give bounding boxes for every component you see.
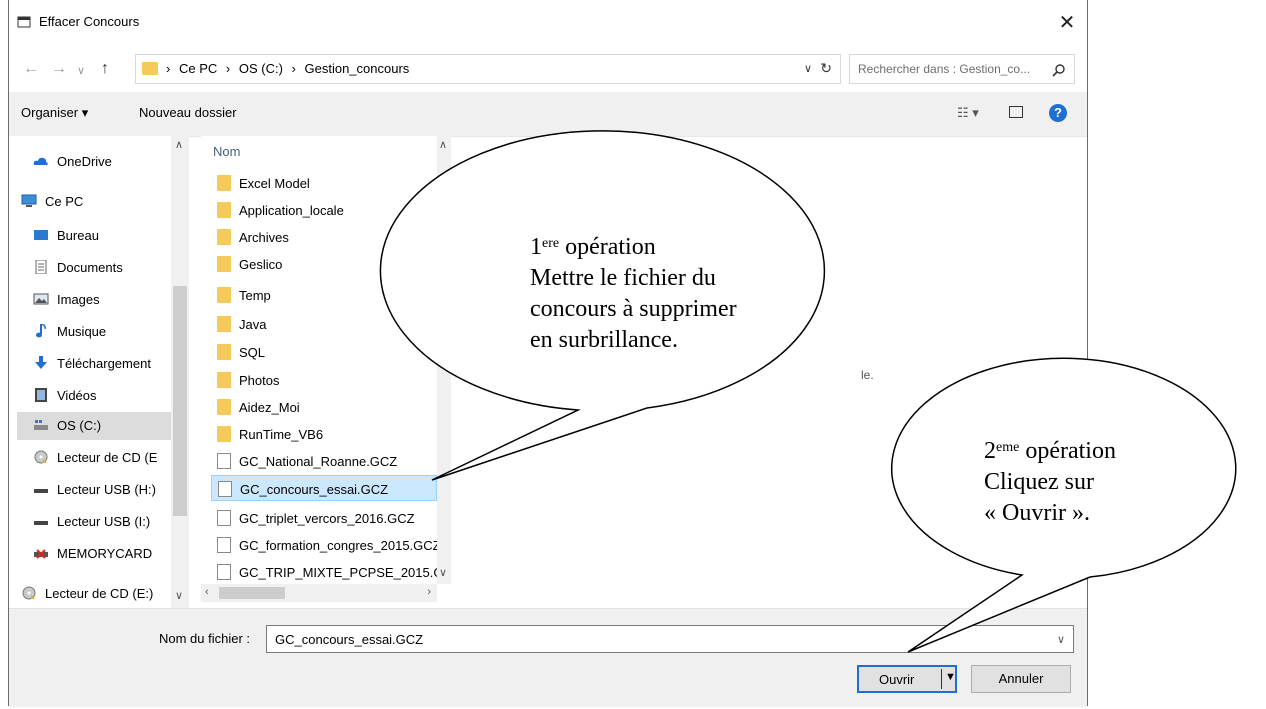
callout-heading-1: 1ere opération: [530, 232, 737, 263]
callout-text-1: 1ere opération Mettre le fichier du conc…: [530, 232, 737, 356]
callout-line: Mettre le fichier du: [530, 265, 716, 291]
callout-number: 2: [984, 438, 996, 464]
callout-title: opération: [559, 234, 656, 260]
callout-line: en surbrillance.: [530, 327, 678, 353]
callout-ordinal: ere: [542, 236, 560, 251]
callout-ordinal: eme: [996, 440, 1020, 455]
callout-line: concours à supprimer: [530, 296, 737, 322]
callout-line: Cliquez sur: [984, 469, 1094, 495]
callout-title: opération: [1019, 438, 1116, 464]
callout-number: 1: [530, 234, 542, 260]
callout-line: « Ouvrir ».: [984, 500, 1090, 526]
callout-text-2: 2eme opération Cliquez sur « Ouvrir ».: [984, 436, 1116, 529]
callout-heading-2: 2eme opération: [984, 436, 1116, 467]
